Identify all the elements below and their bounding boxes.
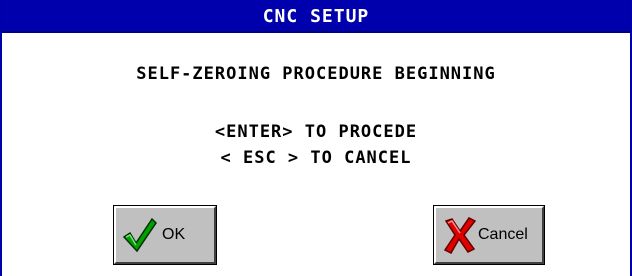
checkmark-icon <box>122 215 158 255</box>
ok-button-label: OK <box>162 226 186 243</box>
window-title: CNC SETUP <box>2 0 630 33</box>
enter-hint: <ENTER> TO PROCEDE <box>214 122 418 142</box>
cancel-button[interactable]: Cancel <box>433 205 545 265</box>
ok-button[interactable]: OK <box>113 205 217 265</box>
cancel-button-label: Cancel <box>478 226 528 243</box>
x-mark-icon <box>442 215 478 255</box>
cnc-setup-dialog: CNC SETUP SELF-ZEROING PROCEDURE BEGINNI… <box>0 0 632 276</box>
esc-hint: < ESC > TO CANCEL <box>220 148 412 168</box>
procedure-message: SELF-ZEROING PROCEDURE BEGINNING <box>136 64 496 84</box>
